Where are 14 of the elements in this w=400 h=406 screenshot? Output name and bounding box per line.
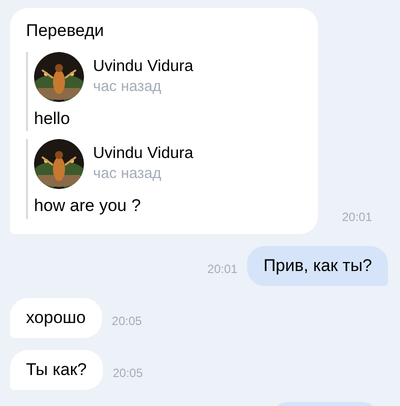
message-time: 20:01 bbox=[342, 208, 372, 226]
message-bubble: Ты как? bbox=[10, 350, 103, 390]
message-time: 20:05 bbox=[112, 364, 143, 382]
author-name: Uvindu Vidura bbox=[93, 144, 194, 164]
message-bubble: Прив, как ты? bbox=[247, 246, 388, 286]
message-bubble: хорошо bbox=[10, 298, 102, 338]
author-name: Uvindu Vidura bbox=[93, 56, 194, 76]
forward-time: час назад bbox=[93, 76, 162, 96]
message-text: hello bbox=[34, 108, 71, 130]
forward-time: час назад bbox=[93, 164, 162, 184]
message-time: 20:01 bbox=[207, 260, 238, 278]
message-time: 20:05 bbox=[112, 312, 142, 330]
message-text: how are you ? bbox=[34, 195, 142, 217]
message-text: Переведи bbox=[26, 20, 105, 42]
